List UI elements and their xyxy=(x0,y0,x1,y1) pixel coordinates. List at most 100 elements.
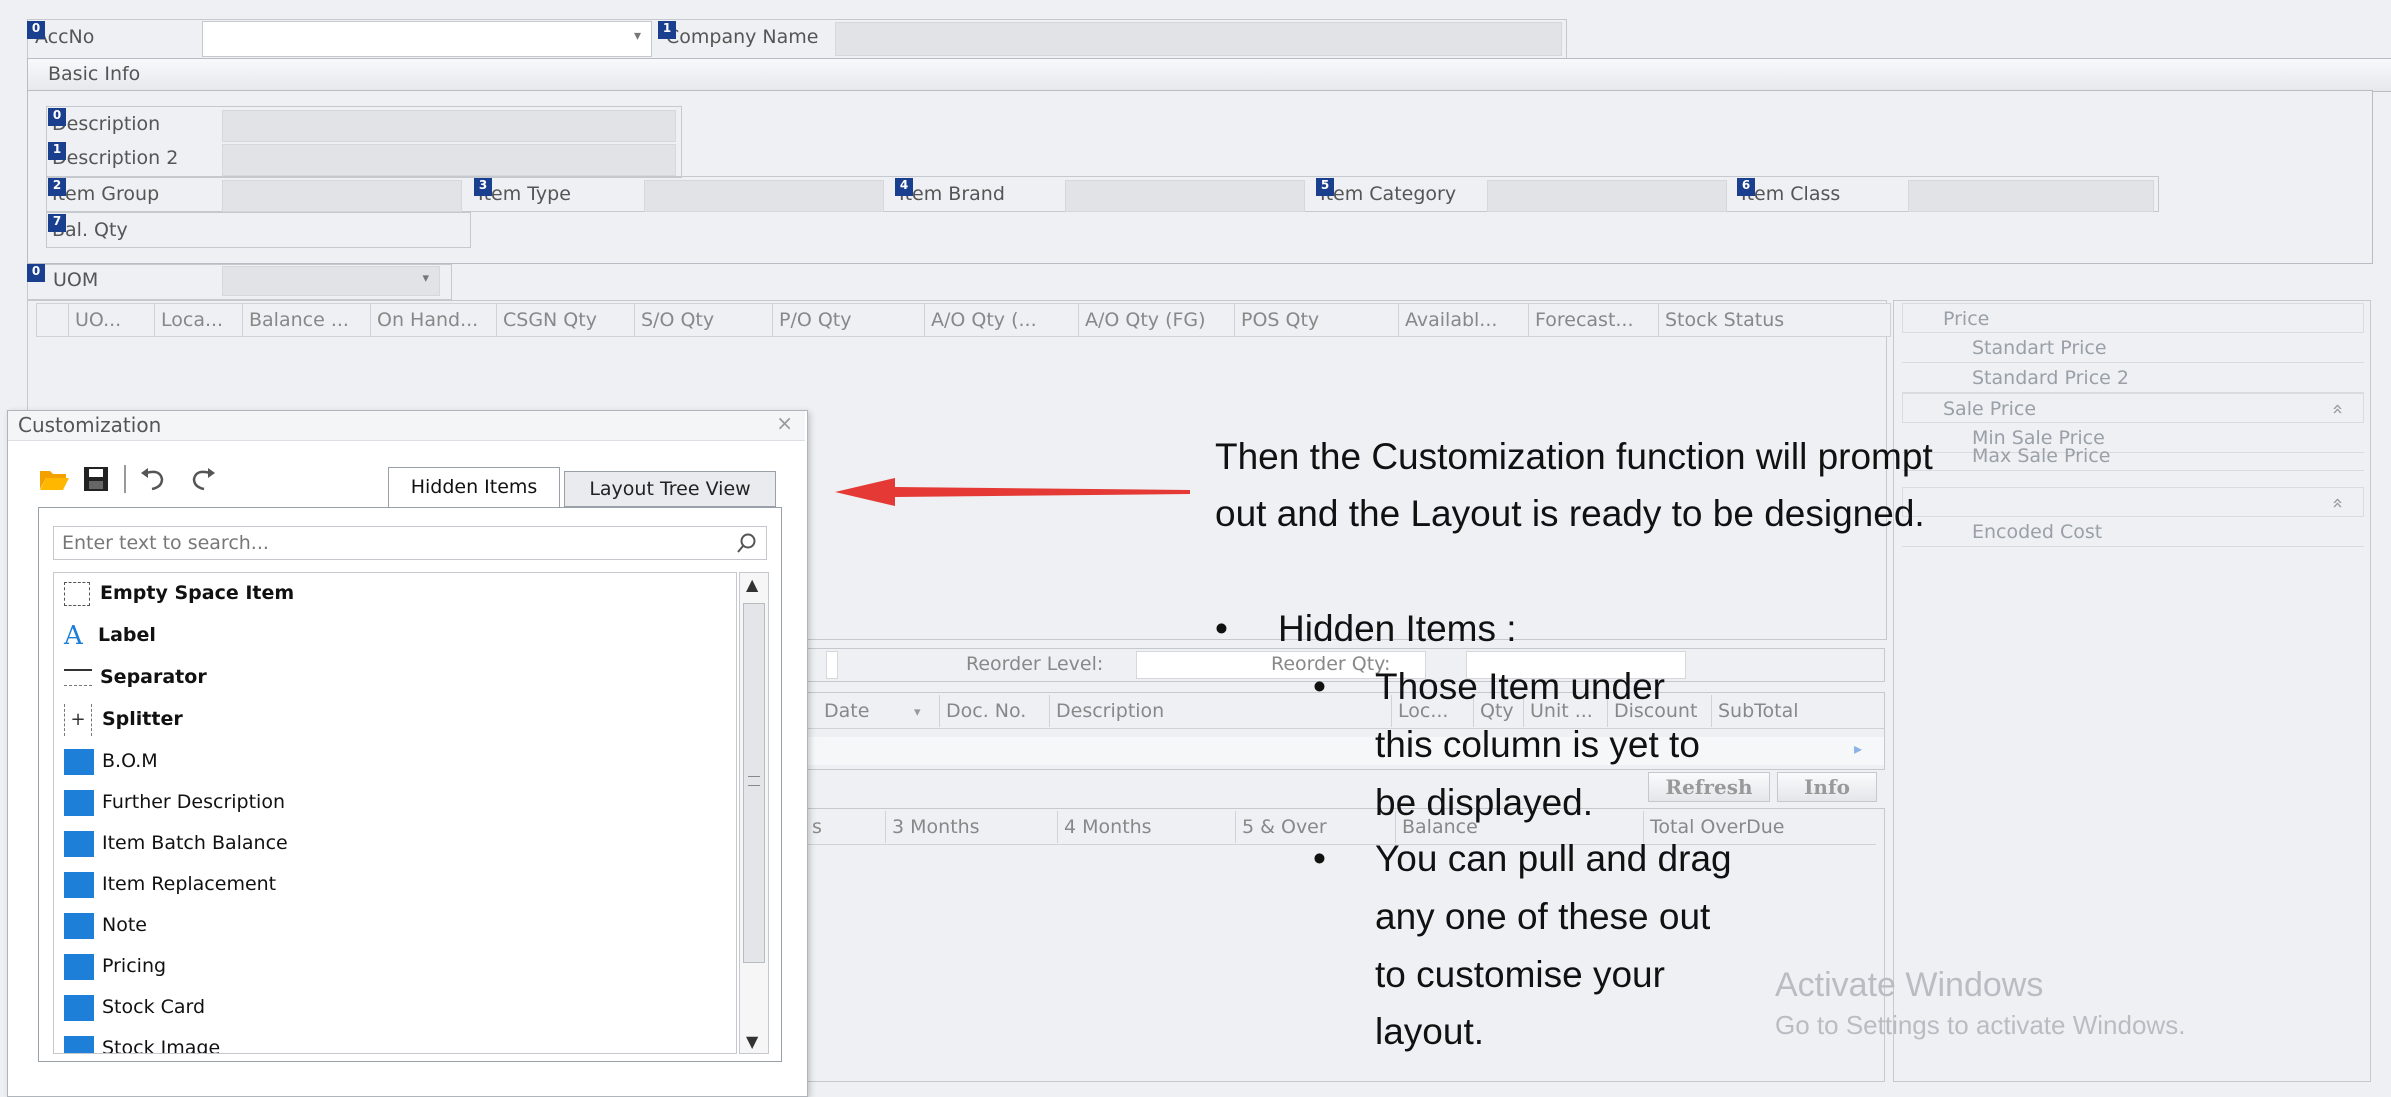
list-item[interactable]: + Splitter xyxy=(64,703,183,736)
column-header[interactable]: s xyxy=(806,811,886,843)
column-header[interactable]: Description xyxy=(1050,695,1392,727)
transactions-grid: Date ▾ Doc. No. Description Loc... Qty U… xyxy=(805,692,1885,770)
item-group-row: 2 Item Group xyxy=(48,178,228,212)
list-item[interactable]: Pricing xyxy=(64,950,166,982)
item-group-badge: 2 xyxy=(48,178,66,196)
scroll-right-icon[interactable]: ▸ xyxy=(1854,739,1862,758)
item-category-row: 5 Item Category xyxy=(1316,178,1486,212)
list-item[interactable]: Note xyxy=(64,909,147,941)
list-item[interactable]: B.O.M xyxy=(64,745,158,777)
column-header[interactable]: Loca... xyxy=(155,304,243,336)
acc-no-dropdown[interactable]: ▾ xyxy=(202,21,652,57)
cost-group-header[interactable]: » xyxy=(1902,487,2364,517)
list-item[interactable]: A Label xyxy=(64,619,156,651)
annotation-line-2: out and the Layout is ready to be design… xyxy=(1215,493,1925,534)
column-header[interactable]: 3 Months xyxy=(886,811,1058,843)
tab-hidden-items[interactable]: Hidden Items xyxy=(388,467,560,509)
sort-down-icon[interactable]: ▾ xyxy=(914,697,921,729)
balance-grid-header: UO... Loca... Balance ... On Hand... CSG… xyxy=(36,303,1891,337)
column-header[interactable]: Availabl... xyxy=(1399,304,1529,336)
item-group-field[interactable] xyxy=(222,180,462,212)
undo-icon[interactable] xyxy=(138,465,168,498)
sub-bullet: • xyxy=(1313,666,1326,707)
sale-price-group-header[interactable]: Sale Price » xyxy=(1902,393,2364,423)
column-header[interactable]: A/O Qty (FG) xyxy=(1079,304,1235,336)
collapse-icon[interactable]: » xyxy=(2322,497,2352,509)
price-row[interactable]: Standard Price 2 xyxy=(1902,363,2364,393)
tab-layout-tree-view[interactable]: Layout Tree View xyxy=(564,471,776,507)
scroll-down-icon[interactable]: ▼ xyxy=(746,1032,758,1051)
red-arrow xyxy=(835,478,1190,506)
column-header[interactable]: UO... xyxy=(69,304,155,336)
annotation-sub2-line: You can pull and drag xyxy=(1375,838,1732,879)
column-header[interactable]: Stock Status xyxy=(1659,304,1892,336)
sub-bullet: • xyxy=(1313,838,1326,879)
info-button[interactable]: Info xyxy=(1777,772,1877,802)
list-item[interactable]: Empty Space Item xyxy=(64,577,294,609)
description2-badge: 1 xyxy=(48,142,66,160)
description2-field[interactable] xyxy=(222,144,676,176)
scrollbar-thumb[interactable] xyxy=(743,603,765,963)
item-brand-field[interactable] xyxy=(1065,180,1305,212)
column-header[interactable]: Date xyxy=(818,695,940,727)
item-class-field[interactable] xyxy=(1908,180,2154,212)
grip-icon xyxy=(748,776,760,786)
column-header[interactable]: P/O Qty xyxy=(773,304,925,336)
bal-qty-row: 7 Bal. Qty xyxy=(48,214,218,248)
description-badge: 0 xyxy=(48,108,66,126)
close-icon[interactable]: × xyxy=(776,411,793,435)
toolbar-divider xyxy=(124,465,126,493)
list-item[interactable]: Stock Image xyxy=(64,1032,220,1053)
annotation-sub2-line: layout. xyxy=(1375,1011,1485,1052)
list-item[interactable]: Separator xyxy=(64,661,207,693)
item-type-field[interactable] xyxy=(644,180,884,212)
uom-dropdown[interactable]: ▾ xyxy=(222,266,440,296)
column-header[interactable]: Balance ... xyxy=(243,304,371,336)
price-panel: Price Standart Price Standard Price 2 Sa… xyxy=(1893,300,2371,1082)
price-row[interactable]: Max Sale Price xyxy=(1902,441,2364,471)
item-brand-row: 4 Item Brand xyxy=(895,178,1065,212)
item-brand-badge: 4 xyxy=(895,178,913,196)
column-header[interactable]: 4 Months xyxy=(1058,811,1236,843)
list-item[interactable]: Item Batch Balance xyxy=(64,827,288,859)
reorder-level-field[interactable] xyxy=(826,651,838,679)
column-header[interactable]: A/O Qty (... xyxy=(925,304,1079,336)
column-header[interactable]: Forecast... xyxy=(1529,304,1659,336)
column-header[interactable]: On Hand... xyxy=(371,304,497,336)
list-item[interactable]: Further Description xyxy=(64,786,285,818)
price-row[interactable]: Standart Price xyxy=(1902,333,2364,363)
uom-row: 0 UOM xyxy=(27,264,207,298)
item-type-badge: 3 xyxy=(474,178,492,196)
chevron-down-icon[interactable]: ▾ xyxy=(634,28,641,44)
price-group-header[interactable]: Price xyxy=(1902,303,2364,333)
uom-badge: 0 xyxy=(27,264,45,282)
basic-info-header[interactable]: Basic Info xyxy=(27,58,2391,92)
company-name-field[interactable] xyxy=(835,22,1562,56)
customization-titlebar[interactable]: Customization × xyxy=(8,411,805,441)
open-folder-icon[interactable] xyxy=(38,465,70,498)
column-header[interactable]: SubTotal xyxy=(1712,695,1884,727)
annotation-sub2-line: any one of these out xyxy=(1375,896,1711,937)
refresh-button[interactable]: Refresh xyxy=(1648,772,1770,802)
column-header[interactable]: CSGN Qty xyxy=(497,304,635,336)
scrollbar[interactable]: ▲ ▼ xyxy=(739,572,769,1054)
list-item[interactable]: Stock Card xyxy=(64,991,205,1023)
column-header[interactable]: S/O Qty xyxy=(635,304,773,336)
item-category-field[interactable] xyxy=(1487,180,1727,212)
company-badge: 1 xyxy=(658,21,676,39)
chevron-down-icon[interactable]: ▾ xyxy=(422,271,429,286)
scroll-up-icon[interactable]: ▲ xyxy=(746,575,758,594)
transactions-empty-row[interactable]: ▸ xyxy=(806,737,1884,765)
collapse-icon[interactable]: » xyxy=(2322,403,2352,415)
redo-icon[interactable] xyxy=(188,465,218,498)
price-row[interactable]: Encoded Cost xyxy=(1902,517,2364,547)
column-header[interactable]: POS Qty xyxy=(1235,304,1399,336)
item-class-label: Item Class xyxy=(1741,183,1841,205)
annotation-bullet-head: Hidden Items : xyxy=(1278,608,1517,649)
list-item[interactable]: Item Replacement xyxy=(64,868,276,900)
column-header[interactable]: Doc. No. xyxy=(940,695,1050,727)
description-field[interactable] xyxy=(222,110,676,142)
save-icon[interactable] xyxy=(82,465,110,498)
search-input[interactable]: Enter text to search... xyxy=(53,526,767,560)
search-icon[interactable] xyxy=(736,532,758,559)
